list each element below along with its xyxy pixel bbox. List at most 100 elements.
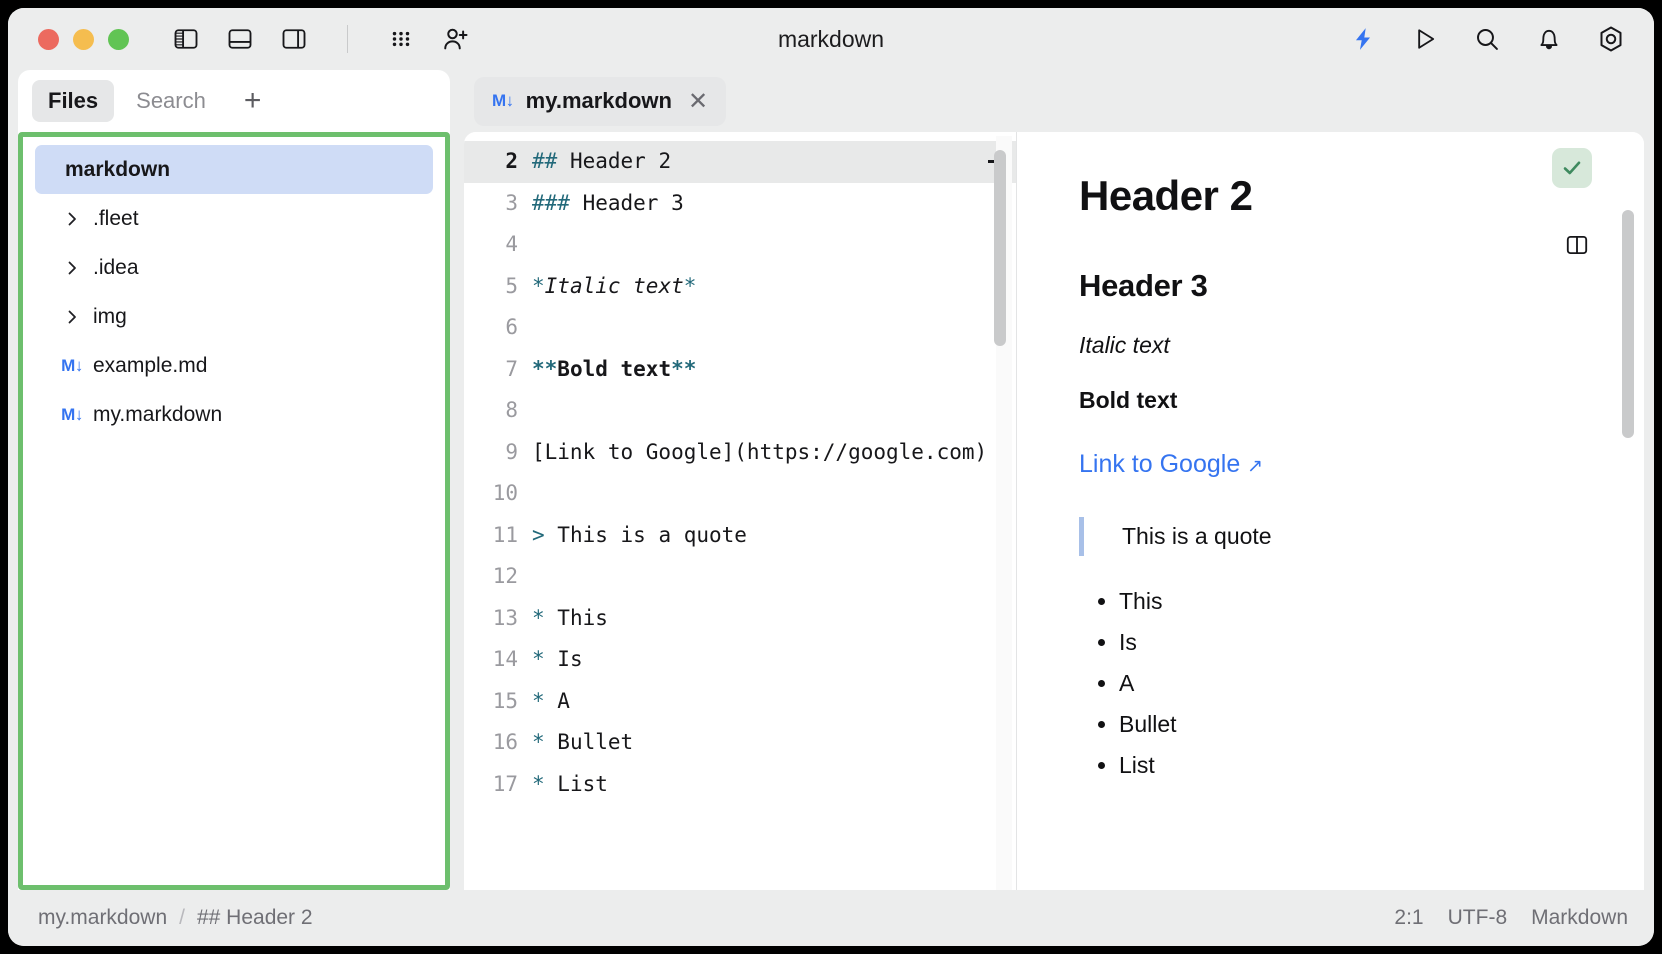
preview-list-item: Bullet xyxy=(1119,711,1574,738)
code-line[interactable]: 17 * List xyxy=(464,764,1016,806)
code-editor-pane[interactable]: 2 ## Header 2 3 ### Header 3 4 5 *Italic text*… xyxy=(464,132,1016,890)
preview-link-to-google[interactable]: Link to Google ↗ xyxy=(1079,450,1574,479)
language-mode[interactable]: Markdown xyxy=(1531,906,1628,930)
code-line[interactable]: 3 ### Header 3 xyxy=(464,183,1016,225)
code-line-text: * List xyxy=(532,771,608,796)
markdown-file-icon: M↓ xyxy=(61,404,83,424)
code-line[interactable]: 6 xyxy=(464,307,1016,349)
code-line[interactable]: 5 *Italic text* xyxy=(464,266,1016,308)
sidebar-tabbar: Files Search + xyxy=(18,70,450,132)
code-line-text: > This is a quote xyxy=(532,522,747,547)
titlebar: markdown xyxy=(8,8,1654,70)
code-line-text: * Bullet xyxy=(532,730,634,754)
close-icon[interactable]: ✕ xyxy=(688,87,708,116)
preview-scrollbar-track[interactable] xyxy=(1622,132,1644,890)
line-number: 7 xyxy=(505,356,518,381)
file-encoding[interactable]: UTF-8 xyxy=(1448,906,1508,930)
titlebar-divider xyxy=(347,25,348,53)
markdown-file-icon: M↓ xyxy=(492,91,514,110)
code-line[interactable]: 15 * A xyxy=(464,681,1016,723)
preview-list-item: This xyxy=(1119,588,1574,615)
file-tree: markdown .fleet .idea img M↓ example.md … xyxy=(23,137,445,439)
markdown-preview-pane: Header 2 Header 3 Italic text Bold text … xyxy=(1017,132,1644,890)
line-number: 9 xyxy=(505,439,518,464)
sidebar-tab-search[interactable]: Search xyxy=(120,80,222,122)
tree-item-markdown-root[interactable]: markdown xyxy=(35,145,433,194)
code-line-text: *Italic text* xyxy=(532,273,697,298)
chevron-right-icon xyxy=(57,309,87,325)
tree-item-label: .idea xyxy=(93,255,139,279)
editor-tab-my-markdown[interactable]: M↓ my.markdown ✕ xyxy=(474,76,727,126)
breadcrumb: my.markdown / ## Header 2 xyxy=(38,906,313,930)
preview-list-item: A xyxy=(1119,670,1574,697)
add-person-icon[interactable] xyxy=(440,24,470,54)
code-line-text: **Bold text** xyxy=(532,356,697,381)
code-line[interactable]: 8 xyxy=(464,390,1016,432)
line-number: 10 xyxy=(492,481,518,505)
line-number: 12 xyxy=(492,564,518,588)
tree-item-example-md[interactable]: M↓ example.md xyxy=(35,341,433,390)
code-line-text: * Is xyxy=(532,647,583,671)
chevron-right-icon xyxy=(57,260,87,276)
grid-menu-icon[interactable] xyxy=(386,24,416,54)
code-line-text: * This xyxy=(532,605,608,630)
code-line[interactable]: 10 xyxy=(464,473,1016,515)
tree-item-fleet[interactable]: .fleet xyxy=(35,194,433,243)
titlebar-right-icons xyxy=(1348,24,1632,54)
preview-italic-text: Italic text xyxy=(1079,332,1170,358)
run-icon[interactable] xyxy=(1410,24,1440,54)
tree-item-idea[interactable]: .idea xyxy=(35,243,433,292)
line-number: 4 xyxy=(505,232,518,256)
code-line[interactable]: 11 > This is a quote xyxy=(464,515,1016,557)
minimize-window-button[interactable] xyxy=(73,28,94,50)
preview-scrollbar-thumb[interactable] xyxy=(1622,210,1634,438)
preview-blockquote: This is a quote xyxy=(1079,517,1574,556)
preview-header-3: Header 3 xyxy=(1079,268,1208,303)
bottom-panel-toggle-icon[interactable] xyxy=(225,24,255,54)
statusbar-filename[interactable]: my.markdown xyxy=(38,906,167,930)
tree-item-label: my.markdown xyxy=(93,402,223,426)
statusbar-right: 2:1 UTF-8 Markdown xyxy=(1394,906,1628,930)
code-lines: 2 ## Header 2 3 ### Header 3 4 5 *Italic text*… xyxy=(464,132,1016,805)
add-tab-button[interactable]: + xyxy=(228,86,278,116)
close-window-button[interactable] xyxy=(38,28,59,50)
notifications-bell-icon[interactable] xyxy=(1534,24,1564,54)
code-line[interactable]: 13 * This xyxy=(464,598,1016,640)
code-scrollbar-thumb[interactable] xyxy=(994,150,1006,346)
line-number: 17 xyxy=(492,771,518,796)
line-number: 3 xyxy=(505,190,518,215)
code-line[interactable]: 4 xyxy=(464,224,1016,266)
code-line[interactable]: 9 [Link to Google](https://google.com) xyxy=(464,432,1016,474)
caret-position[interactable]: 2:1 xyxy=(1394,906,1423,930)
split-view-icon[interactable] xyxy=(1562,230,1592,260)
right-panel-toggle-icon[interactable] xyxy=(279,24,309,54)
sidebar-tab-files[interactable]: Files xyxy=(32,80,115,122)
maximize-window-button[interactable] xyxy=(108,28,129,50)
code-line[interactable]: 7 **Bold text** xyxy=(464,349,1016,391)
line-number: 6 xyxy=(505,315,518,339)
code-line[interactable]: 16 * Bullet xyxy=(464,722,1016,764)
settings-gear-icon[interactable] xyxy=(1596,24,1626,54)
file-tree-highlight-region: markdown .fleet .idea img M↓ example.md … xyxy=(18,132,450,890)
line-number: 8 xyxy=(505,398,518,422)
left-panel-toggle-icon[interactable] xyxy=(171,24,201,54)
line-number: 5 xyxy=(505,273,518,298)
line-number: 14 xyxy=(492,647,518,671)
main-body: Files Search + markdown .fleet .idea img… xyxy=(8,70,1654,890)
code-scrollbar-track[interactable] xyxy=(994,136,1012,890)
lightning-icon[interactable] xyxy=(1348,24,1378,54)
window-controls xyxy=(38,28,129,50)
titlebar-left-icons xyxy=(171,24,470,54)
search-icon[interactable] xyxy=(1472,24,1502,54)
app-window: markdown Files Search + markdown .fleet … xyxy=(8,8,1654,946)
tree-item-img[interactable]: img xyxy=(35,292,433,341)
code-line[interactable]: 2 ## Header 2 xyxy=(464,141,1016,183)
preview-status-check-icon xyxy=(1552,148,1592,188)
tree-item-label: example.md xyxy=(93,353,208,377)
statusbar-breadcrumb[interactable]: ## Header 2 xyxy=(197,906,313,930)
editor-tabbar: M↓ my.markdown ✕ xyxy=(464,70,1644,132)
chevron-right-icon xyxy=(57,211,87,227)
tree-item-my-markdown[interactable]: M↓ my.markdown xyxy=(35,390,433,439)
code-line[interactable]: 12 xyxy=(464,556,1016,598)
code-line[interactable]: 14 * Is xyxy=(464,639,1016,681)
